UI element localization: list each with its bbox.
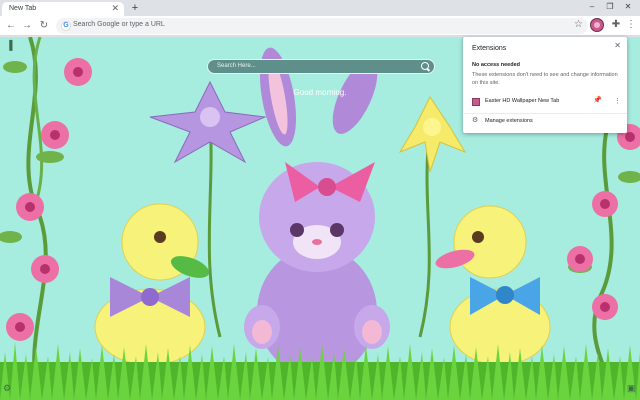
omnibox-placeholder[interactable]: Search Google or type a URL: [73, 21, 165, 28]
extension-row[interactable]: Easter HD Wallpaper New Tab 📌 ⋮: [463, 95, 627, 109]
daffodil: [398, 96, 467, 338]
popup-description: These extensions don't need to see and c…: [472, 72, 618, 86]
popup-close-icon[interactable]: ✕: [614, 41, 621, 50]
wallpaper-icon[interactable]: ▣: [627, 383, 636, 394]
extensions-popup: Extensions ✕ No access needed These exte…: [463, 37, 627, 133]
popup-subheading: No access needed: [472, 62, 520, 68]
manage-gear-icon: ⚙: [472, 117, 479, 124]
back-icon[interactable]: ←: [4, 19, 18, 33]
new-tab-button[interactable]: +: [128, 1, 142, 15]
greeting-text: Good morning.: [293, 88, 347, 97]
manage-extensions-link[interactable]: Manage extensions: [485, 118, 533, 124]
reload-icon[interactable]: ↻: [37, 19, 51, 33]
google-icon: G: [61, 21, 71, 31]
restore-icon[interactable]: ❐: [603, 1, 617, 13]
tab-close-icon[interactable]: ✕: [111, 3, 119, 14]
search-icon[interactable]: [421, 62, 429, 70]
minimize-icon[interactable]: –: [585, 1, 599, 13]
more-options-icon[interactable]: ⋮: [614, 97, 621, 105]
tab-title: New Tab: [9, 5, 37, 12]
grass: [0, 342, 640, 400]
omnibox[interactable]: G Search Google or type a URL ☆: [56, 18, 588, 34]
forward-icon[interactable]: →: [20, 19, 34, 33]
popup-divider: [463, 113, 627, 114]
toolbar: ← → ↻ G Search Google or type a URL ☆ ✚ …: [0, 16, 640, 36]
tab-strip: New Tab ✕ + – ❐ ✕: [0, 0, 640, 16]
window-close-icon[interactable]: ✕: [621, 1, 635, 13]
page-search-placeholder[interactable]: Search Here...: [217, 63, 256, 69]
bookmark-corner-icon[interactable]: ▐: [6, 40, 12, 50]
pin-icon[interactable]: 📌: [593, 96, 602, 104]
extensions-puzzle-icon[interactable]: ✚: [609, 18, 623, 32]
tab-new-tab[interactable]: New Tab ✕: [2, 2, 124, 16]
easter-extension-icon[interactable]: [590, 18, 604, 32]
settings-gear-icon[interactable]: ⚙: [3, 383, 11, 394]
chrome-menu-icon[interactable]: ⋮: [626, 19, 636, 31]
easter-extension-row-icon: [472, 98, 480, 106]
popup-title: Extensions: [472, 45, 507, 52]
page-search-bar[interactable]: Search Here...: [207, 59, 435, 74]
extension-name[interactable]: Easter HD Wallpaper New Tab: [485, 98, 559, 104]
left-duck: [94, 203, 210, 366]
bookmark-star-icon[interactable]: ☆: [574, 19, 583, 30]
